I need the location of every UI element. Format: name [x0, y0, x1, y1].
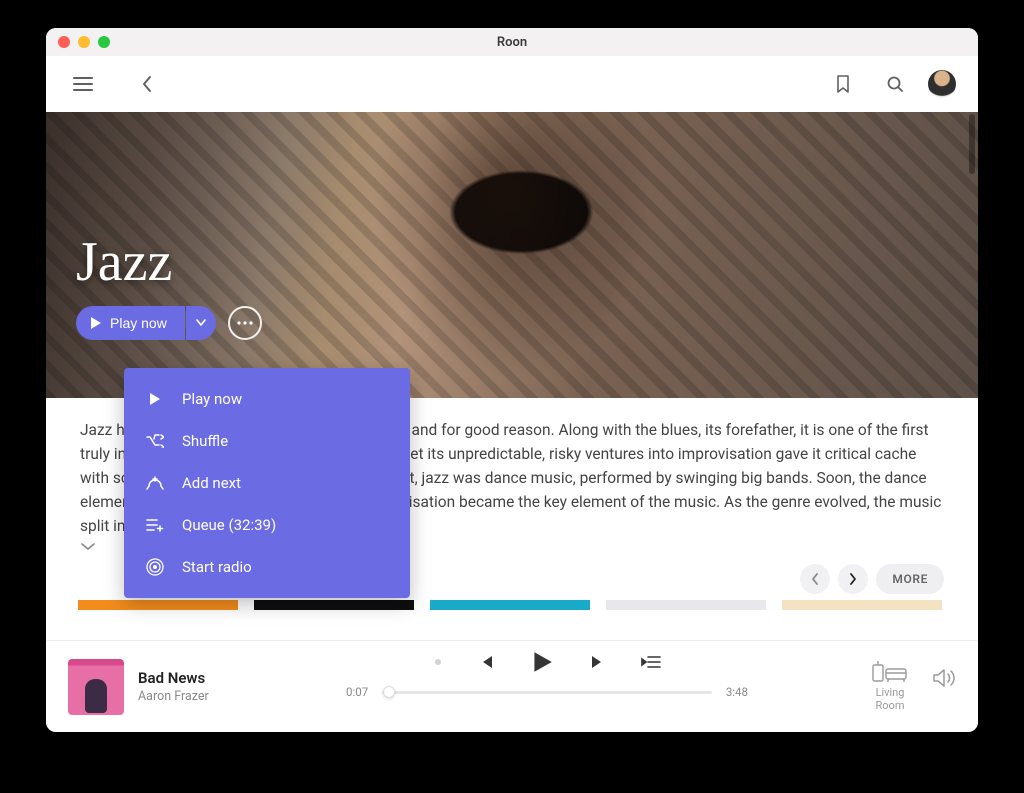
zoom-window-button[interactable] [98, 36, 110, 48]
section-more-button[interactable]: MORE [876, 564, 944, 594]
menu-item-start-radio[interactable]: Start radio [124, 546, 410, 588]
caret-down-icon [196, 319, 206, 327]
menu-item-play-now[interactable]: Play now [124, 378, 410, 420]
section-next-button[interactable] [838, 564, 868, 594]
album-tile[interactable] [254, 600, 414, 610]
queue-icon [146, 516, 164, 534]
transport-controls: 0:07 3:48 [346, 649, 748, 699]
seek-bar[interactable] [382, 691, 712, 694]
play-options-menu: Play now Shuffle Add next Queue (32:39) … [124, 368, 410, 598]
play-icon [90, 316, 102, 330]
total-time: 3:48 [726, 685, 748, 699]
profile-avatar[interactable] [928, 70, 956, 98]
section-prev-button[interactable] [800, 564, 830, 594]
now-playing-artist[interactable]: Aaron Frazer [138, 689, 209, 704]
speaker-icon [932, 667, 956, 689]
volume-button[interactable] [932, 667, 956, 689]
now-playing-meta: Bad News Aaron Frazer [138, 669, 209, 704]
album-tile[interactable] [78, 600, 238, 610]
chevron-down-icon [80, 542, 96, 552]
play-now-label: Play now [110, 315, 167, 331]
scrollbar-thumb[interactable] [969, 114, 975, 174]
shuffle-icon [146, 432, 164, 450]
elapsed-time: 0:07 [346, 685, 368, 699]
hero-actions: Play now [76, 306, 262, 340]
add-next-icon [146, 474, 164, 492]
previous-track-button[interactable] [477, 653, 495, 671]
loop-indicator-icon [433, 657, 443, 667]
toolbar [46, 56, 978, 112]
album-tile[interactable] [606, 600, 766, 610]
ellipsis-icon [237, 321, 253, 325]
radio-icon [146, 558, 164, 576]
chevron-left-icon [811, 573, 819, 585]
play-now-button[interactable]: Play now [76, 306, 185, 340]
play-options-dropdown-button[interactable] [186, 306, 216, 340]
minimize-window-button[interactable] [78, 36, 90, 48]
menu-item-queue[interactable]: Queue (32:39) [124, 504, 410, 546]
chevron-right-icon [849, 573, 857, 585]
album-strip [46, 600, 978, 610]
queue-button[interactable] [641, 655, 661, 669]
menu-item-add-next[interactable]: Add next [124, 462, 410, 504]
window-controls [58, 36, 110, 48]
window-title: Roon [46, 35, 978, 50]
play-icon [146, 390, 164, 408]
genre-hero: Jazz Play now [46, 112, 978, 398]
next-track-button[interactable] [589, 653, 607, 671]
seek-thumb[interactable] [383, 686, 395, 698]
now-playing-artwork[interactable] [68, 659, 124, 715]
more-actions-button[interactable] [228, 306, 262, 340]
zone-icon [872, 659, 908, 683]
menu-icon[interactable] [68, 69, 98, 99]
app-window: Roon Jazz Play now [46, 28, 978, 732]
now-playing-title[interactable]: Bad News [138, 669, 209, 687]
zone-picker[interactable]: Living Room [872, 659, 908, 712]
back-button[interactable] [132, 69, 162, 99]
album-tile[interactable] [782, 600, 942, 610]
search-icon[interactable] [880, 69, 910, 99]
close-window-button[interactable] [58, 36, 70, 48]
player-bar: Bad News Aaron Frazer [46, 640, 978, 732]
genre-title: Jazz [76, 230, 172, 294]
menu-item-shuffle[interactable]: Shuffle [124, 420, 410, 462]
titlebar: Roon [46, 28, 978, 56]
bookmark-icon[interactable] [828, 69, 858, 99]
album-tile[interactable] [430, 600, 590, 610]
play-pause-button[interactable] [529, 649, 555, 675]
